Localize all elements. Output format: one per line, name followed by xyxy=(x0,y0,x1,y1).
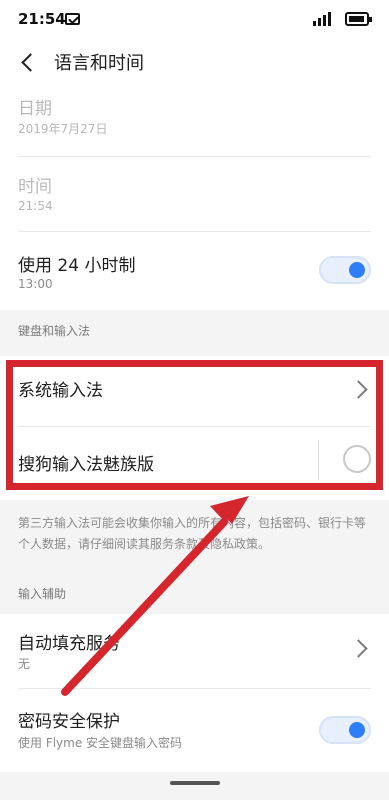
keyboard-panel: 系统输入法 搜狗输入法魅族版 xyxy=(0,356,389,500)
sogou-input-radio[interactable] xyxy=(343,445,371,473)
navigation-bar: 语言和时间 xyxy=(0,40,389,86)
date-row: 日期 2019年7月27日 xyxy=(0,86,389,157)
time-title: 时间 xyxy=(18,177,52,197)
chevron-right-icon xyxy=(349,380,368,399)
sogou-input-row[interactable]: 搜狗输入法魅族版 xyxy=(0,427,389,500)
time-value: 21:54 xyxy=(18,199,53,213)
password-protection-toggle[interactable] xyxy=(319,716,371,744)
home-indicator[interactable] xyxy=(170,781,220,785)
signal-icon xyxy=(313,12,331,26)
sogou-input-title: 搜狗输入法魅族版 xyxy=(18,455,154,475)
back-icon[interactable] xyxy=(18,50,38,74)
password-protection-value: 使用 Flyme 安全键盘输入密码 xyxy=(18,736,183,750)
password-protection-title: 密码安全保护 xyxy=(18,712,120,732)
chevron-right-icon xyxy=(349,639,368,658)
date-value: 2019年7月27日 xyxy=(18,122,108,136)
date-time-panel: 日期 2019年7月27日 时间 21:54 使用 24 小时制 13:00 xyxy=(0,86,389,310)
date-title: 日期 xyxy=(18,99,52,119)
hour24-value: 13:00 xyxy=(18,277,53,291)
system-input-row[interactable]: 系统输入法 xyxy=(0,356,389,426)
radio-divider xyxy=(318,440,319,480)
third-party-input-notice: 第三方输入法可能会收集你输入的所有内容，包括密码、银行卡等个人数据，请仔细阅读其… xyxy=(18,516,367,551)
toggle-knob xyxy=(349,262,365,278)
keyboard-section-header: 键盘和输入法 xyxy=(18,324,91,338)
status-bar: 21:54 xyxy=(0,0,389,40)
page-title: 语言和时间 xyxy=(54,53,144,74)
input-assist-panel: 自动填充服务 无 密码安全保护 使用 Flyme 安全键盘输入密码 xyxy=(0,614,389,772)
autofill-title: 自动填充服务 xyxy=(18,634,120,654)
input-assist-section-header: 输入辅助 xyxy=(18,587,67,601)
hour24-row[interactable]: 使用 24 小时制 13:00 xyxy=(0,232,389,310)
time-row: 时间 21:54 xyxy=(0,157,389,232)
hour24-toggle[interactable] xyxy=(319,256,371,284)
password-protection-row[interactable]: 密码安全保护 使用 Flyme 安全键盘输入密码 xyxy=(0,689,389,772)
system-input-title: 系统输入法 xyxy=(18,381,103,401)
autofill-row[interactable]: 自动填充服务 无 xyxy=(0,614,389,688)
status-time: 21:54 xyxy=(18,10,66,28)
toggle-knob xyxy=(349,722,365,738)
mail-icon xyxy=(65,13,80,25)
hour24-title: 使用 24 小时制 xyxy=(18,256,136,276)
autofill-value: 无 xyxy=(18,657,31,671)
battery-icon xyxy=(345,12,372,26)
